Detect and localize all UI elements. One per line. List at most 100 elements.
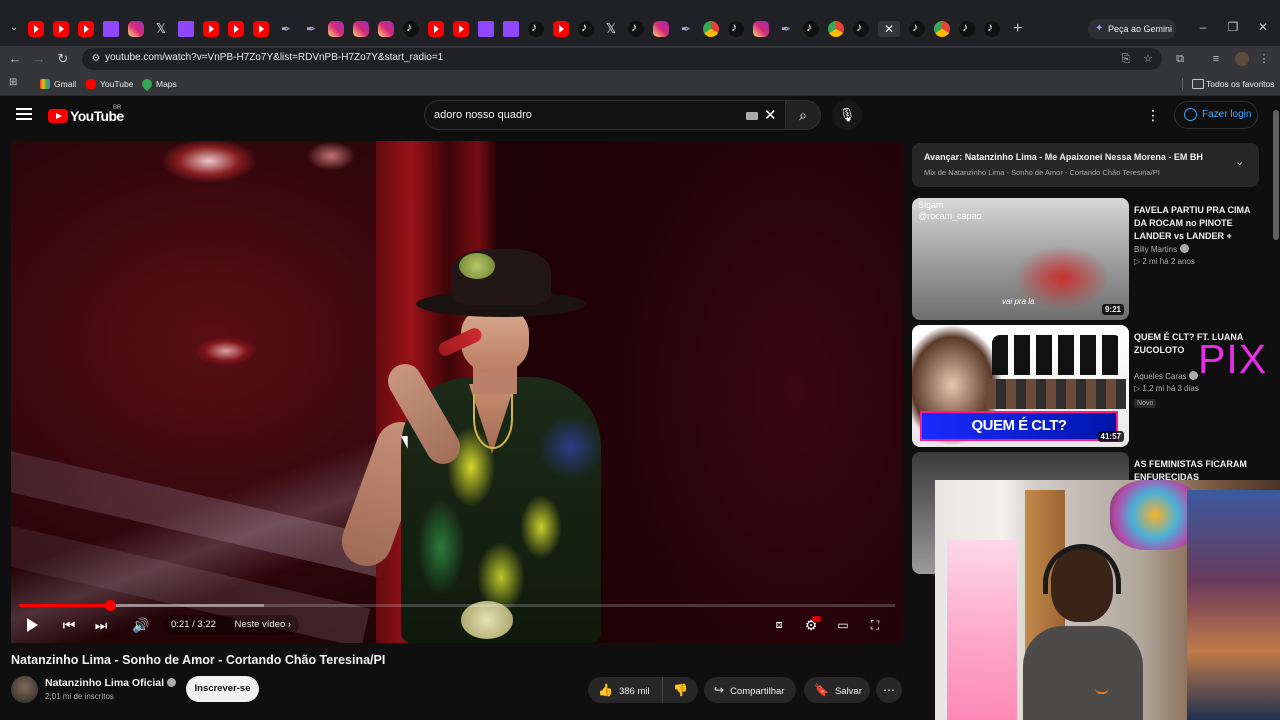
browser-tab-insta-icon[interactable] <box>653 21 669 37</box>
site-info-icon[interactable]: ⚙ <box>88 51 104 67</box>
menu-icon[interactable] <box>16 108 32 122</box>
browser-tab-feather-icon[interactable]: ✒ <box>278 21 294 37</box>
browser-tab-tiktok-icon[interactable] <box>984 20 1000 37</box>
reload-icon[interactable]: ↻ <box>54 50 72 68</box>
search-icon: ⌕ <box>799 107 807 123</box>
forward-icon[interactable]: → <box>30 50 48 68</box>
scrollbar-thumb[interactable] <box>1273 110 1279 240</box>
play-button[interactable] <box>23 615 41 635</box>
chevron-down-icon[interactable]: ⌄ <box>1235 155 1244 168</box>
browser-tab-tiktok-icon[interactable] <box>578 20 594 37</box>
previous-icon[interactable]: ⏮ <box>61 615 77 635</box>
browser-tab-insta-icon[interactable] <box>753 21 769 37</box>
browser-tab-tiktok-icon[interactable] <box>403 20 419 37</box>
browser-tab-insta-icon[interactable] <box>128 21 144 37</box>
volume-icon[interactable]: 🔊 <box>132 615 150 635</box>
browser-tab-twitch-icon[interactable] <box>478 21 494 37</box>
new-tab-icon[interactable]: + <box>1013 20 1022 38</box>
browser-tab-yt-icon[interactable] <box>228 21 244 37</box>
browser-tab-chrome-icon[interactable] <box>828 21 844 37</box>
extensions-icon[interactable]: ⧉ <box>1172 51 1188 67</box>
settings-icon[interactable]: ⚙ <box>802 615 821 635</box>
back-icon[interactable]: ← <box>6 50 24 68</box>
bookmark-star-icon[interactable]: ☆ <box>1140 51 1156 67</box>
gemini-button[interactable]: ✦ Peça ao Gemini <box>1088 19 1176 39</box>
browser-tab-insta-icon[interactable] <box>328 21 344 37</box>
recommendation-channel[interactable]: Aqueles Caras <box>1134 371 1199 381</box>
channel-avatar[interactable] <box>11 676 38 703</box>
chrome-menu-icon[interactable]: ⋮ <box>1256 51 1272 67</box>
browser-tab-yt-icon[interactable] <box>453 21 469 37</box>
browser-tab-twitch-icon[interactable] <box>503 21 519 37</box>
more-options-icon[interactable]: ⋮ <box>1146 106 1160 124</box>
all-bookmarks-button[interactable]: Todos os favoritos <box>1192 77 1275 91</box>
recommendation-title[interactable]: FAVELA PARTIU PRA CIMA DA ROCAM no PINOT… <box>1134 204 1256 243</box>
progress-bar[interactable] <box>19 600 895 611</box>
browser-tab-tiktok-icon[interactable] <box>853 20 869 37</box>
browser-tab-yt-icon[interactable] <box>253 21 269 37</box>
scrubber-knob[interactable] <box>105 600 117 611</box>
keyboard-icon[interactable] <box>746 112 758 120</box>
dislike-button[interactable]: 👎 <box>663 677 698 703</box>
browser-tab-yt-icon[interactable] <box>428 21 444 37</box>
playlist-queue-box[interactable]: Avançar: Natanzinho Lima - Me Apaixonei … <box>912 143 1259 187</box>
fullscreen-icon[interactable]: ⛶ <box>866 615 884 635</box>
recommendation-item[interactable]: Sigam @rocam_capao vai pra la 9:21 FAVEL… <box>912 198 1259 320</box>
video-thumbnail[interactable]: QUEM É CLT? 41:57 <box>912 325 1129 447</box>
subtitles-icon[interactable]: ⧈ <box>770 615 788 635</box>
browser-tab-tiktok-icon[interactable] <box>909 20 925 37</box>
share-button[interactable]: ↪ Compartilhar <box>704 677 796 703</box>
video-player[interactable]: ⏮ ⏭ 🔊 0:21 / 3:22 Neste vídeo › ⧈ ⚙ ▭ ⛶ <box>11 141 903 643</box>
bookmark-youtube[interactable]: YouTube <box>86 77 133 91</box>
browser-tab-tiktok-icon[interactable] <box>728 20 744 37</box>
browser-tab-feather-icon[interactable]: ✒ <box>778 21 794 37</box>
browser-tab-tiktok-icon[interactable] <box>803 20 819 37</box>
next-icon[interactable]: ⏭ <box>93 615 109 635</box>
apps-grid-icon[interactable]: ⊞ <box>9 78 19 88</box>
thumbnail-silhouettes <box>992 335 1122 375</box>
close-window-icon[interactable]: ✕ <box>1255 20 1271 34</box>
media-controls-icon[interactable]: ≡ <box>1208 51 1224 67</box>
browser-tab-yt-icon[interactable] <box>553 21 569 37</box>
theater-mode-icon[interactable]: ▭ <box>834 615 852 635</box>
browser-tab-yt-icon[interactable] <box>203 21 219 37</box>
browser-tab-chrome-icon[interactable] <box>703 21 719 37</box>
bookmark-maps[interactable]: Maps <box>142 77 177 91</box>
channel-name[interactable]: Natanzinho Lima Oficial <box>45 677 177 689</box>
tab-search-chevron-icon[interactable]: ⌄ <box>6 20 22 36</box>
browser-tab-chrome-icon[interactable] <box>934 21 950 37</box>
time-and-chapter-pill[interactable]: 0:21 / 3:22 Neste vídeo › <box>163 615 300 635</box>
profile-avatar[interactable] <box>1235 52 1249 66</box>
browser-tab-yt-icon[interactable] <box>28 21 44 37</box>
browser-tab-yt-icon[interactable] <box>53 21 69 37</box>
browser-tab-tiktok-icon[interactable] <box>628 20 644 37</box>
browser-tab-yt-icon[interactable] <box>78 21 94 37</box>
install-app-icon[interactable]: ⎘ <box>1118 51 1134 67</box>
browser-tab-feather-icon[interactable]: ✒ <box>303 21 319 37</box>
more-actions-button[interactable]: ⋯ <box>876 677 902 703</box>
browser-tab-active-x-icon[interactable]: ✕ <box>878 21 900 37</box>
search-input[interactable]: adoro nosso quadro ✕ <box>424 100 786 130</box>
browser-tab-x-icon[interactable]: 𝕏 <box>603 21 619 37</box>
voice-search-button[interactable]: 🎙 <box>832 100 862 130</box>
video-thumbnail[interactable]: Sigam @rocam_capao vai pra la 9:21 <box>912 198 1129 320</box>
browser-tab-insta-icon[interactable] <box>353 21 369 37</box>
browser-tab-insta-icon[interactable] <box>378 21 394 37</box>
clear-search-icon[interactable]: ✕ <box>764 106 777 124</box>
browser-tab-feather-icon[interactable]: ✒ <box>678 21 694 37</box>
browser-tab-tiktok-icon[interactable] <box>528 20 544 37</box>
login-button[interactable]: Fazer login <box>1174 101 1258 129</box>
recommendation-channel[interactable]: Billy Martins <box>1134 244 1190 254</box>
restore-icon[interactable]: ❐ <box>1225 20 1241 34</box>
like-button[interactable]: 👍 386 mil <box>588 677 663 703</box>
minimize-icon[interactable]: – <box>1195 20 1211 34</box>
browser-tab-twitch-icon[interactable] <box>178 21 194 37</box>
search-button[interactable]: ⌕ <box>785 100 821 130</box>
browser-tab-x-icon[interactable]: 𝕏 <box>153 21 169 37</box>
browser-tab-tiktok-icon[interactable] <box>959 20 975 37</box>
bookmark-gmail[interactable]: Gmail <box>40 77 76 91</box>
subscribe-button[interactable]: Inscrever-se <box>186 676 259 702</box>
save-button[interactable]: 🔖 Salvar <box>804 677 870 703</box>
address-bar[interactable]: ⚙ youtube.com/watch?v=VnPB-H7Zo7Y&list=R… <box>82 48 1162 70</box>
browser-tab-twitch-icon[interactable] <box>103 21 119 37</box>
